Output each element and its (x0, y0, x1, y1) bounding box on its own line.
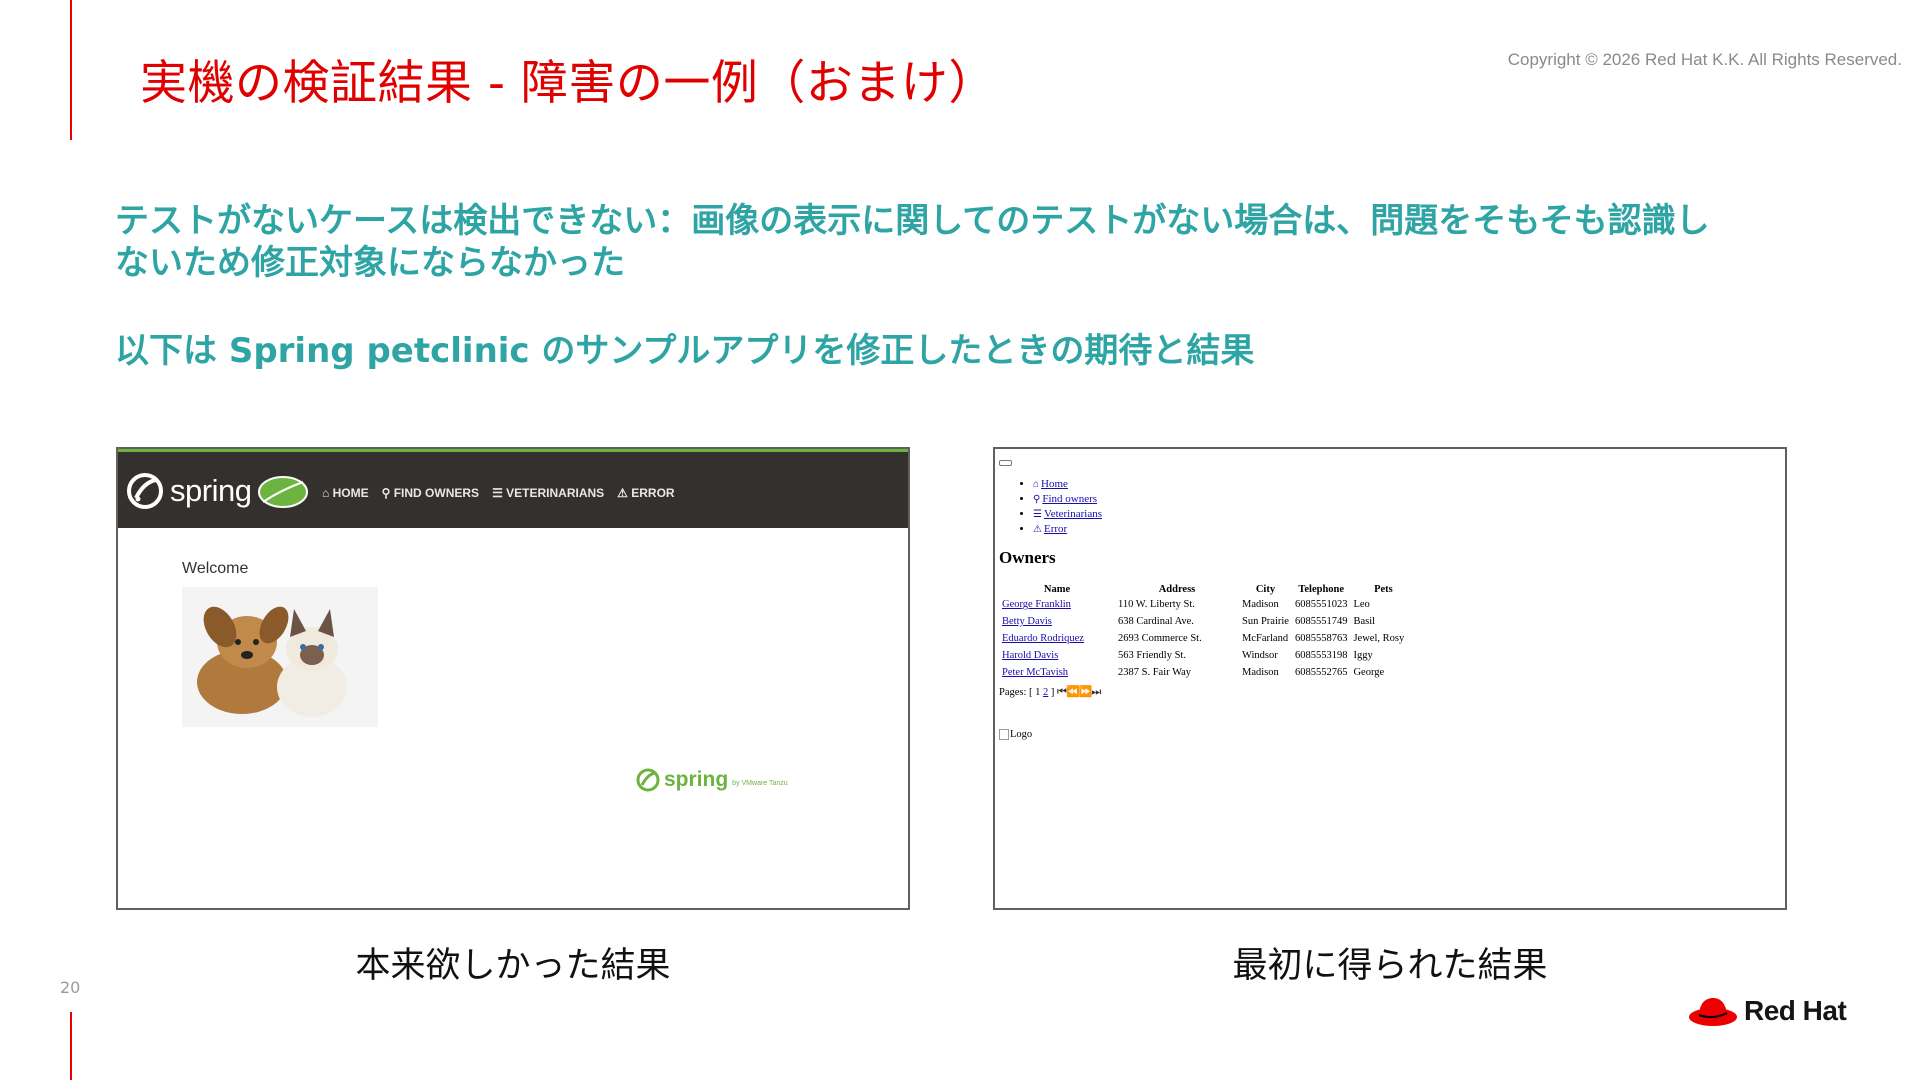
pets-illustration (182, 587, 378, 727)
next-page-icon[interactable]: ⏩ (1079, 686, 1093, 698)
copyright-notice: Copyright © 2026 Red Hat K.K. All Rights… (1507, 50, 1902, 69)
expected-result-screenshot: spring ⌂ HOME ⚲ FIND OWNERS ☰ VETERINARI… (116, 447, 910, 910)
last-page-icon[interactable]: ⏭ (1091, 686, 1101, 698)
spring-navbar: spring ⌂ HOME ⚲ FIND OWNERS ☰ VETERINARI… (118, 449, 908, 528)
redhat-logo-text: Red Hat (1744, 995, 1847, 1026)
col-telephone: Telephone (1298, 584, 1345, 595)
page-1: 1 (1035, 687, 1041, 698)
nav-error[interactable]: ⚠ ERROR (617, 486, 674, 500)
col-city: City (1255, 584, 1276, 595)
body-line-2: 以下は Spring petclinic のサンプルアプリを修正したときの期待と… (115, 331, 1255, 371)
owner-link[interactable]: Harold Davis (1002, 650, 1058, 661)
page-number: 20 (60, 978, 81, 997)
nav-link-find-owners[interactable]: ⚲Find owners (1033, 492, 1102, 507)
spring-brand: spring (126, 472, 309, 510)
nav-link-veterinarians[interactable]: ☰Veterinarians (1033, 507, 1102, 522)
table-row: George Franklin 110 W. Liberty St. Madis… (1002, 599, 1370, 610)
spring-brand-text: spring (170, 473, 252, 508)
nav-veterinarians[interactable]: ☰ VETERINARIANS (492, 486, 604, 500)
welcome-heading: Welcome (182, 560, 249, 577)
unstyled-nav-list: ⌂Home ⚲Find owners ☰Veterinarians ⚠Error (1013, 477, 1102, 537)
home-icon: ⌂ (1033, 479, 1040, 490)
pet-leaf-icon (258, 476, 309, 508)
owner-link[interactable]: George Franklin (1002, 599, 1071, 610)
body-line-1: テストがないケースは検出できない：画像の表示に関してのテストがない場合は、問題を… (115, 201, 1710, 283)
bottom-accent-rule (70, 1012, 72, 1080)
warning-icon: ⚠ (617, 486, 632, 500)
owners-heading: Owners (999, 548, 1056, 567)
owner-link[interactable]: Eduardo Rodriquez (1002, 633, 1084, 644)
search-icon: ⚲ (381, 486, 394, 500)
actual-result-screenshot: ⌂Home ⚲Find owners ☰Veterinarians ⚠Error… (993, 447, 1787, 910)
prev-page-icon[interactable]: ⏪ (1066, 686, 1080, 698)
first-page-icon[interactable]: ⏮ (1057, 686, 1067, 698)
nav-link-error[interactable]: ⚠Error (1033, 522, 1102, 537)
table-row: Peter McTavish 2387 S. Fair Way Madison … (1002, 667, 1385, 678)
broken-image-icon (999, 729, 1009, 740)
spring-footer-logo: spring by VMware Tanzu (636, 768, 788, 792)
home-icon: ⌂ (322, 486, 333, 500)
pets-image (182, 587, 378, 727)
spring-menu: ⌂ HOME ⚲ FIND OWNERS ☰ VETERINARIANS ⚠ E… (322, 486, 675, 500)
owner-link[interactable]: Betty Davis (1002, 616, 1052, 627)
col-name: Name (1043, 584, 1071, 595)
table-header-row: Name Address City Telephone Pets (999, 583, 1416, 596)
footer-by-text: by VMware Tanzu (732, 779, 788, 787)
redhat-logo: Red Hat (1688, 993, 1847, 1029)
nav-home[interactable]: ⌂ HOME (322, 486, 369, 500)
col-address: Address (1158, 584, 1196, 595)
owner-link[interactable]: Peter McTavish (1002, 667, 1068, 678)
nav-find-owners[interactable]: ⚲ FIND OWNERS (382, 486, 479, 500)
warning-icon: ⚠ (1033, 524, 1042, 535)
slide-title: 実機の検証結果 - 障害の一例（おまけ） (140, 56, 996, 111)
spring-power-icon (127, 473, 163, 509)
nav-link-home[interactable]: ⌂Home (1033, 477, 1102, 492)
slide-body: テストがないケースは検出できない：画像の表示に関してのテストがない場合は、問題を… (115, 200, 1715, 372)
pagination: Pages: [ 1 2 ] ⏮⏪⏩⏭ (999, 686, 1101, 698)
table-row: Eduardo Rodriquez 2693 Commerce St. McFa… (1002, 633, 1405, 644)
search-icon: ⚲ (1033, 494, 1041, 505)
footer-brand-text: spring (664, 768, 729, 791)
redhat-fedora-icon (1689, 997, 1737, 1026)
spring-leaf-icon (636, 768, 660, 792)
table-row: Harold Davis 563 Friendly St. Windsor 60… (1002, 650, 1373, 661)
col-pets: Pets (1374, 584, 1393, 595)
top-accent-rule (70, 0, 72, 140)
page-2-link[interactable]: 2 (1043, 687, 1048, 698)
list-icon: ☰ (1033, 509, 1042, 520)
owners-table: Name Address City Telephone Pets George … (999, 583, 1416, 681)
broken-logo-image: Logo (999, 729, 1032, 740)
caption-expected: 本来欲しかった結果 (355, 946, 671, 986)
table-row: Betty Davis 638 Cardinal Ave. Sun Prairi… (1002, 616, 1376, 627)
navbar-toggle-button[interactable] (999, 460, 1012, 466)
list-icon: ☰ (492, 486, 507, 500)
caption-actual: 最初に得られた結果 (1232, 946, 1548, 986)
